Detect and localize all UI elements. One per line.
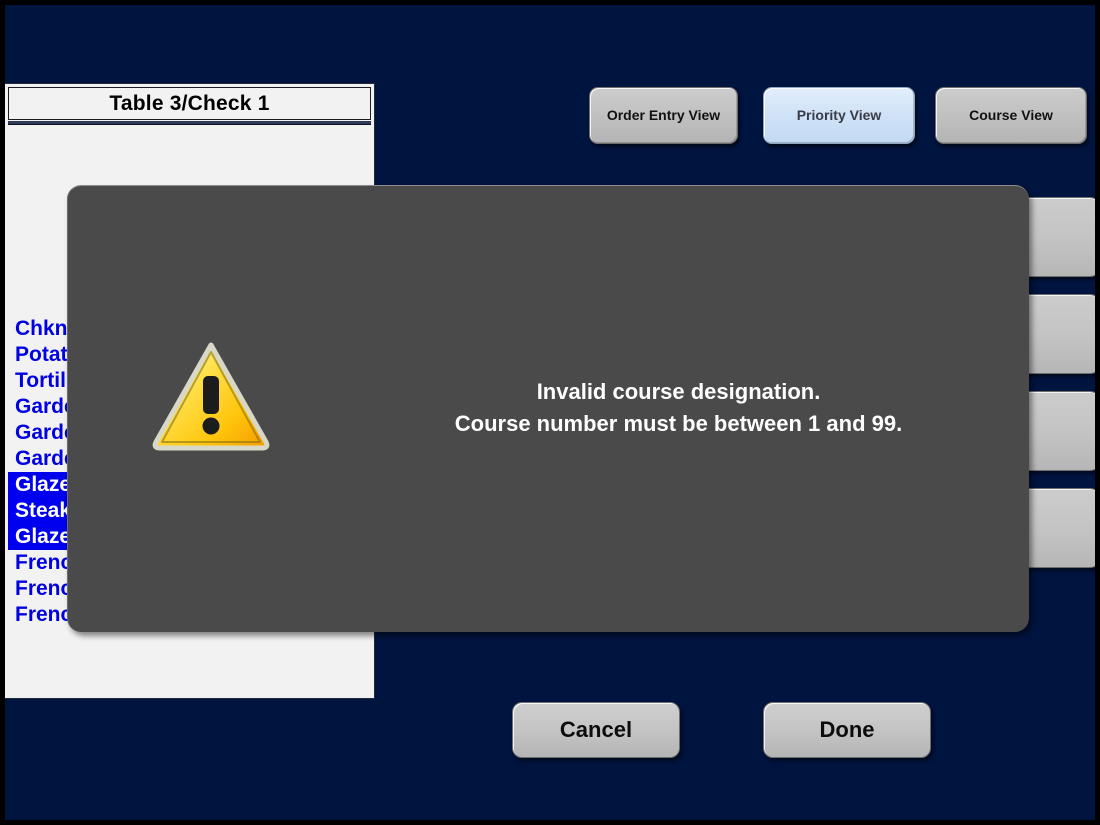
cancel-button-label: Cancel	[559, 717, 633, 742]
tab-order-entry-view-label: Order Entry View	[606, 106, 721, 123]
dialog-message-line-2: Course number must be between 1 and 99.	[454, 410, 903, 436]
tab-course-view[interactable]: Course View	[935, 87, 1087, 144]
warning-triangle-icon	[150, 338, 272, 452]
desktop-background: Table 3/Check 1 Chkn Potato Tortill Garde Ga…	[5, 5, 1095, 820]
done-button-label: Done	[819, 717, 875, 742]
screen-frame: Table 3/Check 1 Chkn Potato Tortill Garde Ga…	[0, 0, 1100, 825]
cancel-button[interactable]: Cancel	[512, 702, 680, 758]
error-dialog: Invalid course designation. Course numbe…	[67, 185, 1029, 632]
dialog-message: Invalid course designation. Course numbe…	[368, 376, 989, 440]
tab-order-entry-view[interactable]: Order Entry View	[589, 87, 738, 144]
tab-priority-view-label: Priority View	[796, 106, 882, 123]
page-title: Table 3/Check 1	[109, 91, 270, 115]
tab-course-view-label: Course View	[969, 106, 1053, 123]
done-button[interactable]: Done	[763, 702, 931, 758]
check-title-bar: Table 3/Check 1	[8, 87, 371, 120]
title-separator	[8, 121, 371, 125]
tab-priority-view[interactable]: Priority View	[763, 87, 915, 144]
dialog-message-line-1: Invalid course designation.	[536, 379, 821, 404]
